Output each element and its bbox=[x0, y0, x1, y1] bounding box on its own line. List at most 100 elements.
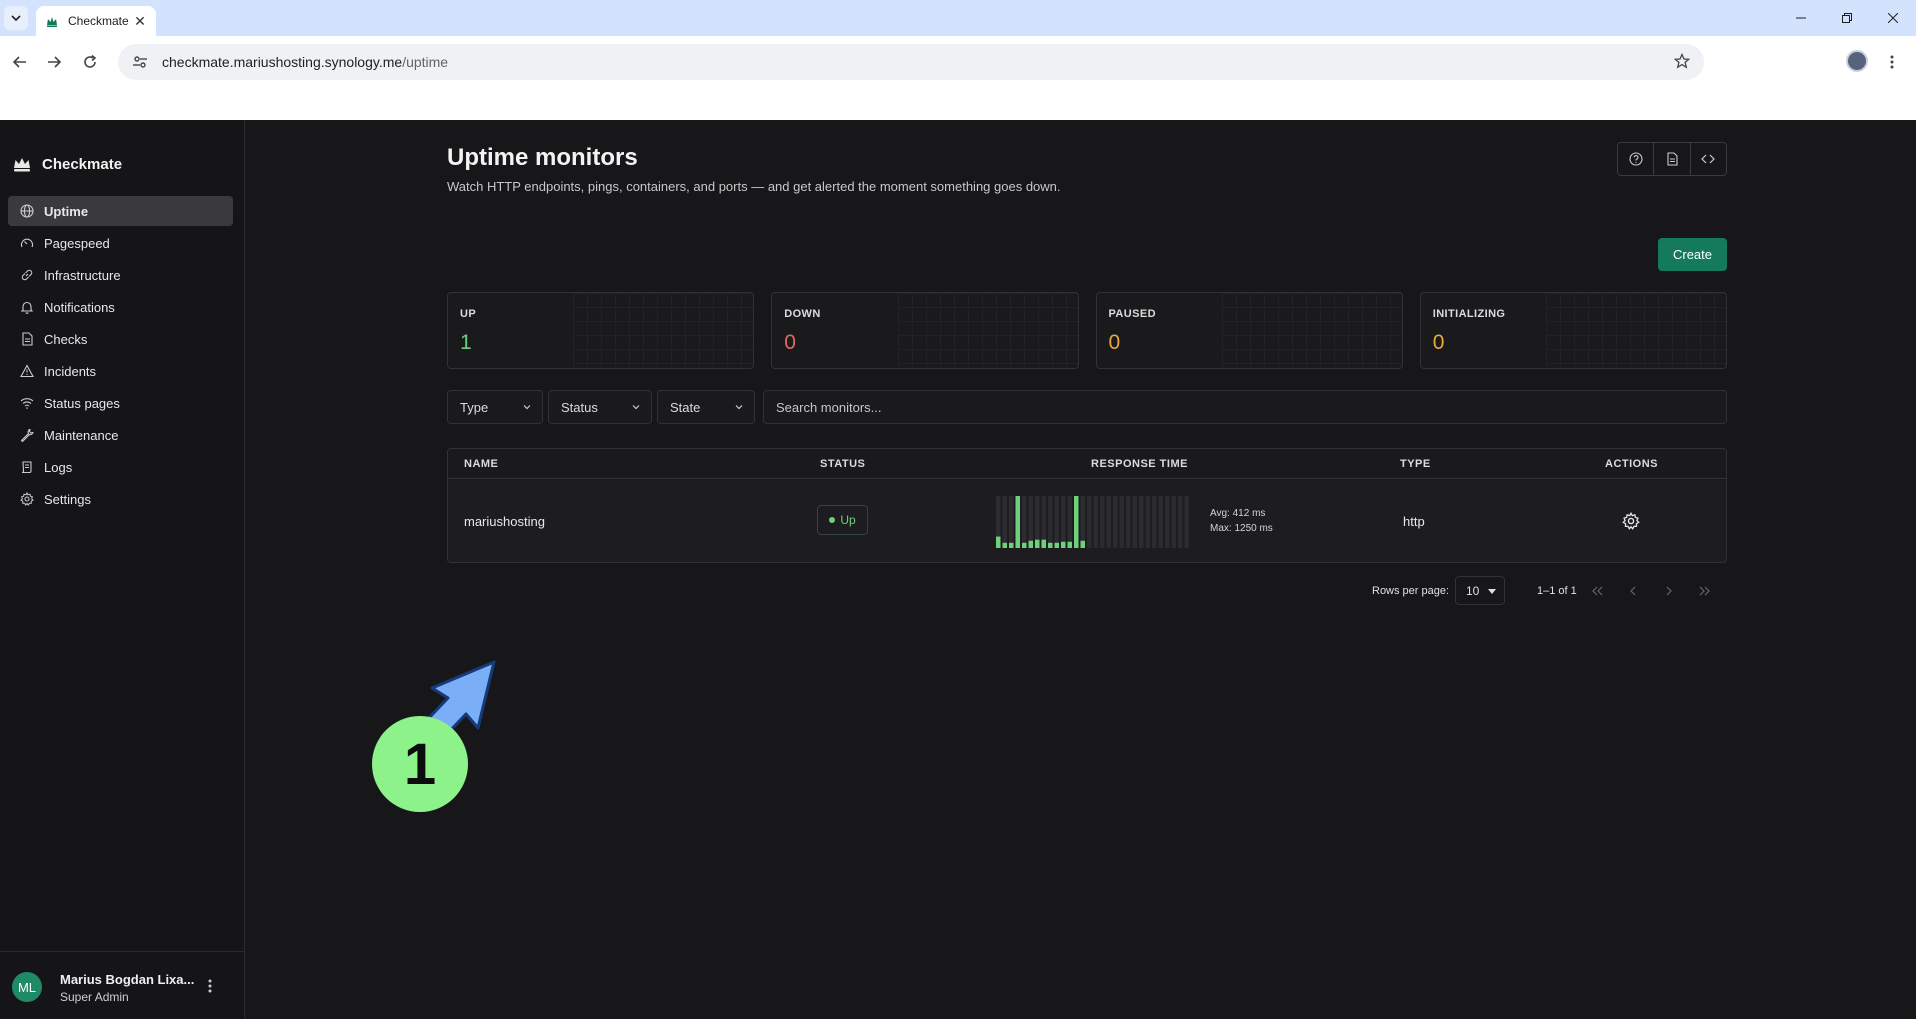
browser-menu-button[interactable] bbox=[1880, 48, 1904, 76]
sidebar-item-label: Infrastructure bbox=[44, 267, 121, 283]
header-icon-group bbox=[1617, 142, 1727, 176]
column-header-type[interactable]: TYPE bbox=[1400, 458, 1431, 470]
arrow-left-icon bbox=[13, 56, 26, 68]
sidebar-item-checks[interactable]: Checks bbox=[8, 324, 233, 354]
site-settings-icon[interactable] bbox=[132, 54, 152, 70]
close-window-button[interactable] bbox=[1870, 0, 1916, 36]
sidebar-item-label: Incidents bbox=[44, 363, 97, 379]
sidebar-item-label: Checks bbox=[44, 331, 88, 347]
first-page-button[interactable] bbox=[1587, 581, 1607, 601]
tab-search-button[interactable] bbox=[4, 6, 28, 30]
minimize-button[interactable] bbox=[1778, 0, 1824, 36]
response-bar bbox=[1015, 496, 1020, 548]
monitor-type: http bbox=[1403, 514, 1425, 529]
reload-button[interactable] bbox=[74, 46, 106, 78]
profile-avatar[interactable] bbox=[1846, 50, 1868, 72]
sidebar-item-label: Settings bbox=[44, 491, 91, 507]
chevron-down-icon bbox=[523, 405, 531, 410]
next-page-button[interactable] bbox=[1659, 581, 1679, 601]
back-button[interactable] bbox=[4, 46, 36, 78]
checkmate-favicon-icon bbox=[44, 13, 60, 29]
user-menu-button[interactable] bbox=[202, 974, 218, 998]
table-header: NAME STATUS RESPONSE TIME TYPE ACTIONS bbox=[448, 449, 1726, 479]
response-bar-track bbox=[1184, 496, 1189, 548]
stat-value: 0 bbox=[784, 331, 796, 354]
table-row[interactable]: mariushosting Up Avg: 412 ms Max: 1250 m… bbox=[448, 480, 1726, 562]
close-icon bbox=[1888, 13, 1898, 23]
status-text: Up bbox=[840, 513, 856, 527]
caret-down-icon bbox=[1488, 589, 1496, 594]
code-button[interactable] bbox=[1691, 143, 1726, 175]
sidebar-item-infrastructure[interactable]: Infrastructure bbox=[8, 260, 233, 290]
response-bar-track bbox=[1113, 496, 1118, 548]
sidebar-item-logs[interactable]: Logs bbox=[8, 452, 233, 482]
response-bar-track bbox=[1002, 496, 1007, 548]
stat-label: DOWN bbox=[784, 308, 821, 320]
sidebar-item-label: Notifications bbox=[44, 299, 115, 315]
response-bar bbox=[1022, 542, 1027, 548]
response-time-chart bbox=[996, 496, 1189, 548]
forward-button[interactable] bbox=[38, 46, 70, 78]
url-path: /uptime bbox=[402, 54, 449, 70]
checkmate-logo-icon bbox=[14, 158, 30, 172]
response-bar-track bbox=[1093, 496, 1098, 548]
page-subtitle: Watch HTTP endpoints, pings, containers,… bbox=[447, 179, 1061, 194]
rows-per-page-select[interactable]: 10 bbox=[1455, 576, 1505, 605]
response-bar-track bbox=[1158, 496, 1163, 548]
response-bar bbox=[996, 536, 1001, 548]
monitor-actions-button[interactable] bbox=[1620, 510, 1642, 532]
previous-page-button[interactable] bbox=[1623, 581, 1643, 601]
response-bar-track bbox=[1067, 496, 1072, 548]
address-bar[interactable]: checkmate.mariushosting.synology.me/upti… bbox=[118, 44, 1704, 80]
sidebar-item-pagespeed[interactable]: Pagespeed bbox=[8, 228, 233, 258]
gauge-icon bbox=[20, 236, 34, 250]
user-role: Super Admin bbox=[60, 990, 129, 1004]
sidebar-item-label: Uptime bbox=[44, 203, 89, 219]
stat-card-up: UP 1 bbox=[447, 292, 755, 369]
browser-tab[interactable]: Checkmate ✕ bbox=[36, 6, 156, 36]
bookmark-star-icon[interactable] bbox=[1673, 52, 1691, 72]
column-header-response-time: RESPONSE TIME bbox=[1091, 458, 1188, 470]
sidebar-item-maintenance[interactable]: Maintenance bbox=[8, 420, 233, 450]
card-grid-pattern bbox=[573, 293, 754, 368]
column-header-status[interactable]: STATUS bbox=[820, 458, 865, 470]
response-bar-track bbox=[1048, 496, 1053, 548]
type-filter-value: Type bbox=[460, 399, 489, 415]
sidebar-item-label: Pagespeed bbox=[44, 235, 110, 251]
state-filter[interactable]: State bbox=[657, 390, 755, 424]
tab-title: Checkmate bbox=[68, 14, 129, 28]
brand[interactable]: Checkmate bbox=[12, 154, 122, 174]
response-bar bbox=[1054, 542, 1059, 548]
minimize-icon bbox=[1796, 17, 1806, 19]
column-header-name[interactable]: NAME bbox=[464, 458, 498, 470]
card-grid-pattern bbox=[1546, 293, 1726, 368]
sidebar-item-incidents[interactable]: Incidents bbox=[8, 356, 233, 386]
sidebar-item-uptime[interactable]: Uptime bbox=[8, 196, 233, 226]
sidebar-item-status-pages[interactable]: Status pages bbox=[8, 388, 233, 418]
response-max: Max: 1250 ms bbox=[1210, 523, 1273, 534]
response-bar bbox=[1080, 540, 1085, 548]
bell-icon bbox=[20, 300, 34, 314]
response-bar bbox=[1035, 539, 1040, 548]
docs-button[interactable] bbox=[1654, 143, 1691, 175]
sidebar-item-settings[interactable]: Settings bbox=[8, 484, 233, 514]
stat-value: 1 bbox=[460, 331, 472, 354]
response-bar-track bbox=[1152, 496, 1157, 548]
help-circle-icon bbox=[1629, 152, 1643, 166]
avatar[interactable]: ML bbox=[12, 972, 42, 1002]
last-page-button[interactable] bbox=[1695, 581, 1715, 601]
response-bar-track bbox=[1028, 496, 1033, 548]
response-bar bbox=[1009, 542, 1014, 548]
help-button[interactable] bbox=[1618, 143, 1655, 175]
monitor-name[interactable]: mariushosting bbox=[464, 514, 545, 529]
status-filter[interactable]: Status bbox=[548, 390, 652, 424]
type-filter[interactable]: Type bbox=[447, 390, 543, 424]
sidebar-nav: Uptime Pagespeed Infrastructure Notifica… bbox=[8, 196, 233, 516]
sidebar-item-notifications[interactable]: Notifications bbox=[8, 292, 233, 322]
create-button[interactable]: Create bbox=[1658, 238, 1727, 271]
stat-card-down: DOWN 0 bbox=[771, 292, 1079, 369]
tab-close-icon[interactable]: ✕ bbox=[132, 13, 148, 30]
pagination-range: 1–1 of 1 bbox=[1537, 585, 1577, 597]
restore-button[interactable] bbox=[1824, 0, 1870, 36]
search-input[interactable] bbox=[763, 390, 1727, 424]
